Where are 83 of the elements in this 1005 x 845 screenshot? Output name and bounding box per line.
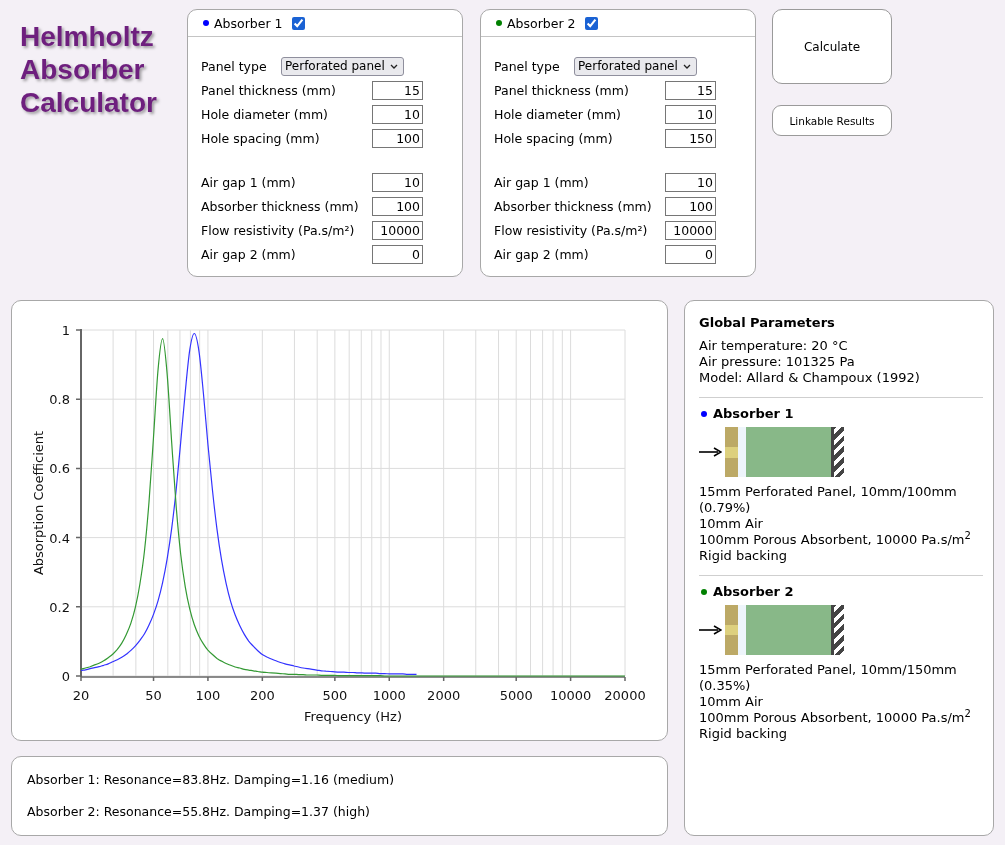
number-field[interactable]: 100 bbox=[665, 196, 716, 216]
number-field[interactable]: 0 bbox=[665, 244, 716, 264]
number-field[interactable]: 10 bbox=[665, 172, 716, 192]
result-text: Absorber 1: Resonance=83.8Hz. Damping=1.16 (medium) bbox=[27, 772, 396, 788]
axis-title: Frequency (Hz) bbox=[304, 709, 402, 724]
enable-checkbox[interactable] bbox=[292, 16, 306, 30]
tick-label: 0.4 bbox=[49, 530, 70, 546]
tick-label: 0.8 bbox=[49, 392, 70, 408]
field-label: Flow resistivity (Pa.s/m²) bbox=[494, 222, 649, 238]
number-field[interactable]: 15 bbox=[665, 80, 716, 100]
absorber-title: Absorber 2 bbox=[507, 15, 576, 31]
number-field[interactable]: 150 bbox=[665, 128, 716, 148]
field-label: Air gap 2 (mm) bbox=[494, 246, 590, 262]
tick-label: 20000 bbox=[604, 688, 646, 703]
results-link-button[interactable]: Linkable Results bbox=[772, 105, 892, 136]
tick-label: 2000 bbox=[427, 688, 461, 703]
tick-label: 20 bbox=[72, 688, 90, 703]
tick-label: 5000 bbox=[499, 688, 533, 703]
perforated-panel-layer bbox=[725, 605, 738, 655]
arrow-icon bbox=[699, 447, 722, 457]
caret-icon bbox=[682, 63, 691, 69]
air-gap-layer bbox=[738, 605, 746, 655]
field-label: Hole spacing (mm) bbox=[494, 130, 614, 146]
number-field[interactable]: 0 bbox=[372, 244, 423, 264]
panel-type-select[interactable]: Perforated panel bbox=[574, 56, 697, 76]
axis-title: Absorption Coefficient bbox=[31, 430, 46, 576]
field-label: Panel type bbox=[201, 58, 268, 74]
tick-label: 50 bbox=[145, 688, 162, 703]
layer-description: Rigid backing bbox=[699, 726, 788, 742]
field-label: Hole spacing (mm) bbox=[201, 130, 321, 146]
rigid-backing-layer bbox=[831, 427, 844, 477]
number-field[interactable]: 10000 bbox=[372, 220, 423, 240]
tick-label: 0.6 bbox=[49, 461, 70, 477]
field-label: Absorber thickness (mm) bbox=[201, 198, 360, 214]
section-heading: Absorber 1 bbox=[713, 406, 794, 422]
enable-checkbox[interactable] bbox=[585, 16, 599, 30]
field-label: Panel thickness (mm) bbox=[494, 82, 630, 98]
parameter-text: Air temperature: 20 °C bbox=[699, 338, 849, 354]
tick-label: 0 bbox=[61, 669, 70, 684]
number-field[interactable]: 10 bbox=[665, 104, 716, 124]
panel-type-select[interactable]: Perforated panel bbox=[281, 56, 404, 76]
result-text: Absorber 2: Resonance=55.8Hz. Damping=1.37 (high) bbox=[27, 804, 371, 820]
section-heading: Absorber 2 bbox=[713, 584, 794, 600]
tick-label: 200 bbox=[249, 688, 275, 703]
layer-description: 10mm Air bbox=[699, 516, 764, 532]
layer-description: 100mm Porous Absorbent, 10000 Pa.s/m$^{2}$ bbox=[699, 532, 972, 548]
parameter-text: Model: Allard & Champoux (1992) bbox=[699, 370, 921, 386]
field-label: Panel thickness (mm) bbox=[201, 82, 337, 98]
arrow-icon bbox=[699, 625, 722, 635]
field-label: Panel type bbox=[494, 58, 561, 74]
number-field[interactable]: 10000 bbox=[665, 220, 716, 240]
number-field[interactable]: 10 bbox=[372, 172, 423, 192]
field-label: Air gap 1 (mm) bbox=[494, 174, 590, 190]
field-label: Absorber thickness (mm) bbox=[494, 198, 653, 214]
field-label: Flow resistivity (Pa.s/m²) bbox=[201, 222, 356, 238]
air-gap-layer bbox=[738, 427, 746, 477]
tick-label: 0.2 bbox=[49, 599, 70, 615]
rigid-backing-layer bbox=[831, 605, 844, 655]
perforated-panel-layer bbox=[725, 427, 738, 477]
field-label: Hole diameter (mm) bbox=[494, 106, 622, 122]
field-label: Air gap 2 (mm) bbox=[201, 246, 297, 262]
number-field[interactable]: 10 bbox=[372, 104, 423, 124]
app-title: Helmholtz Absorber Calculator bbox=[20, 20, 158, 119]
field-label: Hole diameter (mm) bbox=[201, 106, 329, 122]
number-field[interactable]: 15 bbox=[372, 80, 423, 100]
parameter-text: Air pressure: 101325 Pa bbox=[699, 354, 856, 370]
layer-description: 15mm Perforated Panel, 10mm/150mm (0.35%) bbox=[699, 662, 958, 694]
number-field[interactable]: 100 bbox=[372, 128, 423, 148]
layer-description: 10mm Air bbox=[699, 694, 764, 710]
layer-description: 15mm Perforated Panel, 10mm/100mm (0.79%) bbox=[699, 484, 958, 516]
caret-icon bbox=[389, 63, 398, 69]
absorber-title: Absorber 1 bbox=[214, 15, 283, 31]
tick-label: 1 bbox=[61, 323, 70, 338]
layer-description: Rigid backing bbox=[699, 548, 788, 564]
tick-label: 1000 bbox=[372, 688, 406, 703]
tick-label: 10000 bbox=[549, 688, 592, 703]
section-heading: Global Parameters bbox=[699, 315, 836, 331]
number-field[interactable]: 100 bbox=[372, 196, 423, 216]
tick-label: 500 bbox=[322, 688, 348, 703]
field-label: Air gap 1 (mm) bbox=[201, 174, 297, 190]
calculate-button[interactable]: Calculate bbox=[772, 9, 892, 84]
tick-label: 100 bbox=[195, 688, 221, 703]
layer-description: 100mm Porous Absorbent, 10000 Pa.s/m$^{2}$ bbox=[699, 710, 972, 726]
